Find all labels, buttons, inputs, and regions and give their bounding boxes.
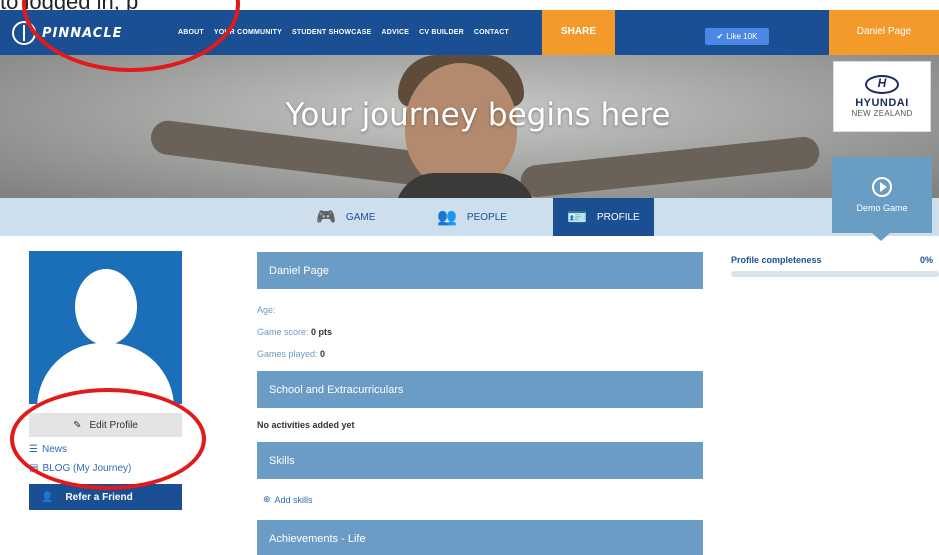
avatar-head <box>75 269 137 345</box>
profile-completeness-value: 0% <box>920 255 934 265</box>
like-label: Like 10K <box>726 32 758 41</box>
blog-label: BLOG (My Journey) <box>42 463 132 474</box>
list-icon: ☰ <box>29 444 38 455</box>
avatar-body <box>37 343 174 404</box>
nav-link-student-showcase[interactable]: STUDENT SHOWCASE <box>292 29 371 36</box>
skills-section-title: Skills <box>269 454 295 467</box>
nav-link-contact[interactable]: CONTACT <box>474 29 509 36</box>
nav-links: ABOUT YOUR COMMUNITY STUDENT SHOWCASE AD… <box>178 10 509 55</box>
checkmark-icon: ✔ <box>716 32 724 41</box>
sponsor-brand: HYUNDAI <box>855 97 909 109</box>
school-section-title: School and Extracurriculars <box>269 383 404 396</box>
profile-name: Daniel Page <box>269 264 329 277</box>
profile-completeness-bar <box>731 271 939 277</box>
id-card-icon: 🪪 <box>567 209 587 226</box>
pencil-icon: ✎ <box>73 419 82 431</box>
pinnacle-logo[interactable]: PINNACLE <box>12 20 123 46</box>
edit-profile-button[interactable]: ✎ Edit Profile <box>29 413 182 437</box>
blog-icon: ▤ <box>29 463 39 474</box>
games-label: Games played: <box>257 349 318 359</box>
avatar <box>29 251 182 404</box>
refer-friend-button[interactable]: 👤 Refer a Friend <box>29 484 182 510</box>
main-navbar: PINNACLE ABOUT YOUR COMMUNITY STUDENT SH… <box>0 10 939 55</box>
play-icon <box>872 177 892 197</box>
score-field: Game score: 0 pts <box>257 327 332 337</box>
tab-people[interactable]: 👥 PEOPLE <box>437 198 507 236</box>
sidebar-link-blog[interactable]: ▤ BLOG (My Journey) <box>29 463 131 474</box>
people-icon: 👥 <box>437 209 457 226</box>
achievements-section-title: Achievements - Life <box>269 532 366 545</box>
profile-tabbar: 🎮 GAME 👥 PEOPLE 🪪 PROFILE <box>0 198 939 236</box>
hero-banner: Your journey begins here <box>0 55 939 198</box>
gamepad-icon: 🎮 <box>316 209 336 226</box>
hero-photo-arm-right <box>519 135 821 198</box>
nav-link-advice[interactable]: ADVICE <box>381 29 409 36</box>
demo-label: Demo Game <box>856 203 908 213</box>
logo-text: PINNACLE <box>42 25 123 41</box>
school-section-header: School and Extracurriculars <box>257 371 703 408</box>
games-field: Games played: 0 <box>257 349 325 359</box>
nav-link-your-community[interactable]: YOUR COMMUNITY <box>214 29 282 36</box>
hyundai-logo-icon <box>865 75 899 94</box>
achievements-section-header: Achievements - Life <box>257 520 703 555</box>
nav-link-about[interactable]: ABOUT <box>178 29 204 36</box>
age-label: Age: <box>257 305 276 315</box>
skills-section-header: Skills <box>257 442 703 479</box>
add-skills-label: Add skills <box>274 494 313 505</box>
profile-name-header: Daniel Page <box>257 252 703 289</box>
user-name: Daniel Page <box>856 26 912 37</box>
sponsor-logo[interactable]: HYUNDAI NEW ZEALAND <box>833 61 931 132</box>
sponsor-region: NEW ZEALAND <box>851 109 913 118</box>
hero-title: Your journey begins here <box>285 97 671 133</box>
nav-link-cv-builder[interactable]: CV BUILDER <box>419 29 464 36</box>
tab-game[interactable]: 🎮 GAME <box>316 198 375 236</box>
school-empty-text: No activities added yet <box>257 420 355 430</box>
facebook-like-button[interactable]: ✔ Like 10K <box>705 28 769 45</box>
tab-profile[interactable]: 🪪 PROFILE <box>553 198 654 236</box>
refer-label: Refer a Friend <box>65 491 133 503</box>
games-value: 0 <box>320 349 326 359</box>
profile-completeness-label: Profile completeness <box>731 255 822 265</box>
add-skills-link[interactable]: ⊕ Add skills <box>263 494 313 505</box>
edit-profile-label: Edit Profile <box>89 419 138 431</box>
score-label: Game score: <box>257 327 309 337</box>
score-value: 0 pts <box>311 327 333 337</box>
add-user-icon: 👤 <box>41 491 54 503</box>
pinnacle-logo-icon <box>12 21 36 45</box>
share-button[interactable]: SHARE <box>542 10 615 55</box>
age-field: Age: <box>257 305 276 315</box>
sidebar-link-news[interactable]: ☰ News <box>29 444 67 455</box>
plus-circle-icon: ⊕ <box>263 494 271 504</box>
tab-profile-label: PROFILE <box>596 211 640 223</box>
demo-game-button[interactable]: Demo Game <box>832 157 932 241</box>
news-label: News <box>41 444 67 455</box>
hero-photo-body <box>395 173 535 198</box>
tab-game-label: GAME <box>345 211 376 223</box>
top-strip: to logged in, p <box>0 0 939 14</box>
tab-people-label: PEOPLE <box>466 211 507 223</box>
share-label: SHARE <box>560 26 596 37</box>
user-menu-button[interactable]: Daniel Page <box>829 10 939 55</box>
